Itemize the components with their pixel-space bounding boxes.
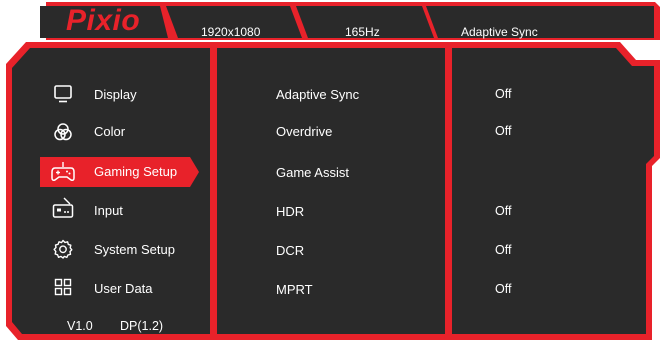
firmware-version: V1.0 [67,319,93,333]
sidebar-item-label: Gaming Setup [94,164,178,179]
gamepad-icon [51,162,75,181]
setting-value: Off [495,204,512,218]
input-port-status: DP(1.2) [120,319,164,333]
tab-adaptive-sync-label: Adaptive Sync [461,25,538,39]
setting-name: Overdrive [276,124,333,139]
color-circles-icon [54,123,72,141]
setting-name: Adaptive Sync [276,87,360,102]
setting-name: Game Assist [276,165,349,180]
column-divider-right [445,48,452,334]
column-divider-left [210,48,217,334]
tab-refresh-label: 165Hz [345,25,380,39]
sidebar-item-label: Display [94,87,137,102]
sidebar-item-label: Input [94,203,123,218]
sidebar-item-label: Color [94,124,126,139]
input-port-icon [52,197,74,218]
setting-value: Off [495,124,512,138]
grid-icon [54,278,72,296]
setting-value: Off [495,243,512,257]
sidebar-item-label: System Setup [94,242,175,257]
setting-value: Off [495,282,512,296]
setting-value: Off [495,87,512,101]
tab-resolution-label: 1920x1080 [201,25,261,39]
sidebar-item-label: User Data [94,281,153,296]
osd-menu: Pixio 1920x1080 165Hz Adaptive Sync Disp… [0,0,663,350]
gear-icon [53,239,73,259]
pixio-logo: Pixio [66,4,141,37]
setting-name: HDR [276,204,305,219]
setting-name: DCR [276,243,305,258]
monitor-icon [54,85,72,103]
setting-name: MPRT [276,282,313,297]
